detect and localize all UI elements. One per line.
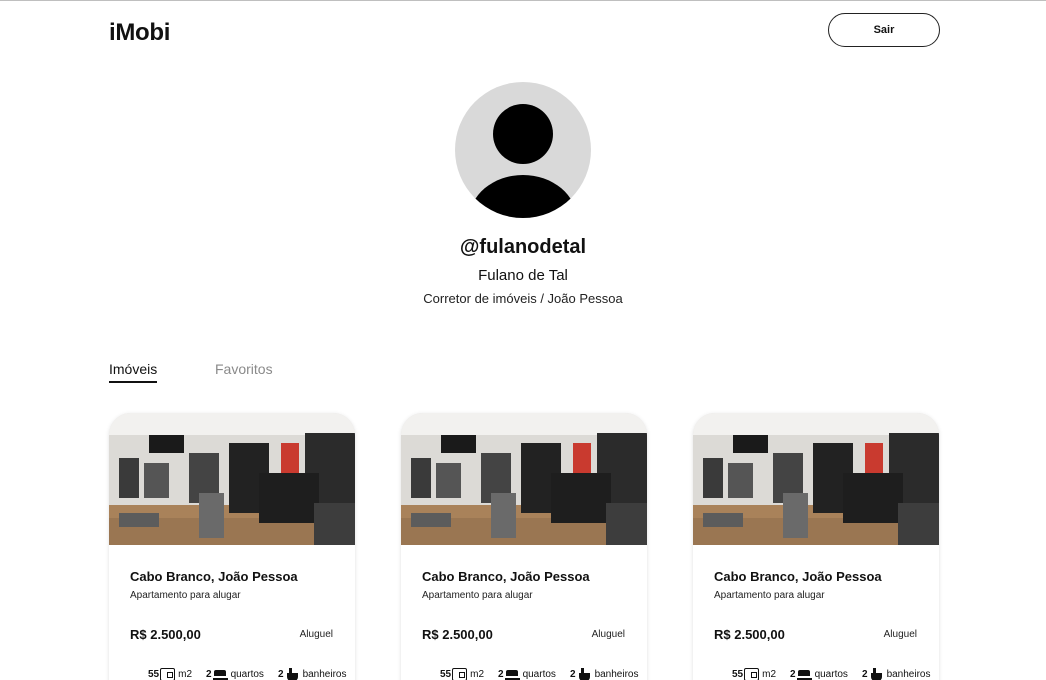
property-title: Cabo Branco, João Pessoa — [422, 569, 590, 584]
feature-area: 55 m2 — [440, 668, 484, 680]
baths-label: banheiros — [886, 669, 931, 680]
logout-button[interactable]: Sair — [828, 13, 940, 47]
rooms-label: quartos — [230, 669, 264, 680]
property-card[interactable]: Cabo Branco, João Pessoa Apartamento par… — [401, 413, 647, 680]
property-title: Cabo Branco, João Pessoa — [130, 569, 298, 584]
property-type: Aluguel — [591, 629, 625, 640]
user-silhouette-icon — [493, 104, 553, 164]
feature-baths: 2 banheiros — [862, 668, 930, 680]
property-card[interactable]: Cabo Branco, João Pessoa Apartamento par… — [109, 413, 355, 680]
user-silhouette-body — [469, 175, 577, 218]
rooms-label: quartos — [814, 669, 848, 680]
property-subtitle: Apartamento para alugar — [130, 590, 241, 601]
app-logo[interactable]: iMobi — [109, 19, 170, 47]
property-type: Aluguel — [883, 629, 917, 640]
baths-label: banheiros — [302, 669, 347, 680]
baths-value: 2 — [278, 669, 284, 680]
feature-area: 55 m2 — [148, 668, 192, 680]
property-photo — [109, 413, 355, 545]
feature-area: 55 m2 — [732, 668, 776, 680]
property-photo — [693, 413, 939, 545]
area-icon — [452, 668, 468, 680]
area-unit: m2 — [762, 669, 777, 680]
bed-icon — [796, 668, 812, 680]
rooms-label: quartos — [522, 669, 556, 680]
area-value: 55 — [732, 669, 744, 680]
property-photo — [401, 413, 647, 545]
feature-rooms: 2 quartos — [498, 668, 556, 680]
feature-rooms: 2 quartos — [790, 668, 848, 680]
property-subtitle: Apartamento para alugar — [422, 590, 533, 601]
bathtub-icon — [869, 668, 884, 680]
profile-name: Fulano de Tal — [478, 267, 568, 284]
area-icon — [160, 668, 176, 680]
baths-value: 2 — [862, 669, 868, 680]
rooms-value: 2 — [206, 669, 212, 680]
area-value: 55 — [148, 669, 160, 680]
area-unit: m2 — [178, 669, 193, 680]
feature-baths: 2 banheiros — [570, 668, 638, 680]
area-unit: m2 — [470, 669, 485, 680]
baths-label: banheiros — [594, 669, 639, 680]
tab-imoveis[interactable]: Imóveis — [109, 361, 158, 383]
bed-icon — [504, 668, 520, 680]
property-price: R$ 2.500,00 — [422, 627, 493, 642]
top-border — [0, 0, 1046, 1]
profile-username: @fulanodetal — [459, 236, 587, 258]
bathtub-icon — [577, 668, 592, 680]
property-card[interactable]: Cabo Branco, João Pessoa Apartamento par… — [693, 413, 939, 680]
property-title: Cabo Branco, João Pessoa — [714, 569, 882, 584]
property-price: R$ 2.500,00 — [714, 627, 785, 642]
area-value: 55 — [440, 669, 452, 680]
rooms-value: 2 — [790, 669, 796, 680]
bed-icon — [212, 668, 228, 680]
profile-role: Corretor de imóveis / João Pessoa — [423, 291, 623, 306]
tab-favoritos[interactable]: Favoritos — [215, 361, 273, 377]
feature-baths: 2 banheiros — [278, 668, 346, 680]
rooms-value: 2 — [498, 669, 504, 680]
bathtub-icon — [285, 668, 300, 680]
property-subtitle: Apartamento para alugar — [714, 590, 825, 601]
property-type: Aluguel — [299, 629, 333, 640]
baths-value: 2 — [570, 669, 576, 680]
profile-avatar — [455, 82, 591, 218]
area-icon — [744, 668, 760, 680]
feature-rooms: 2 quartos — [206, 668, 264, 680]
property-price: R$ 2.500,00 — [130, 627, 201, 642]
